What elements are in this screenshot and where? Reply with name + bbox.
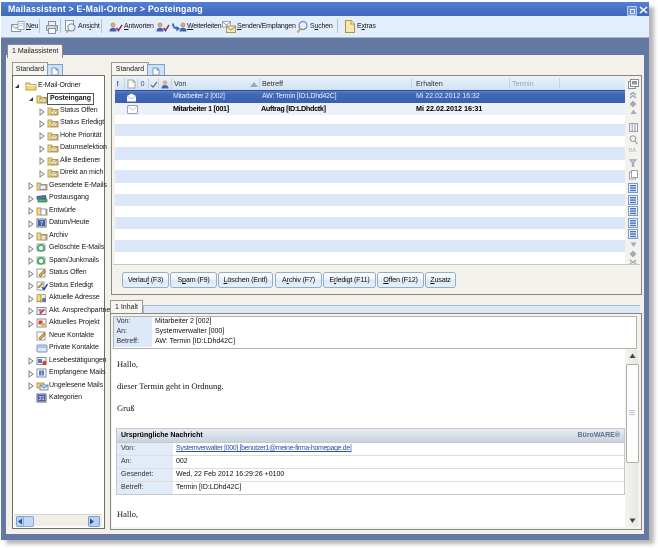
- svg-text:31: 31: [38, 396, 44, 402]
- svg-text:i: i: [41, 371, 42, 377]
